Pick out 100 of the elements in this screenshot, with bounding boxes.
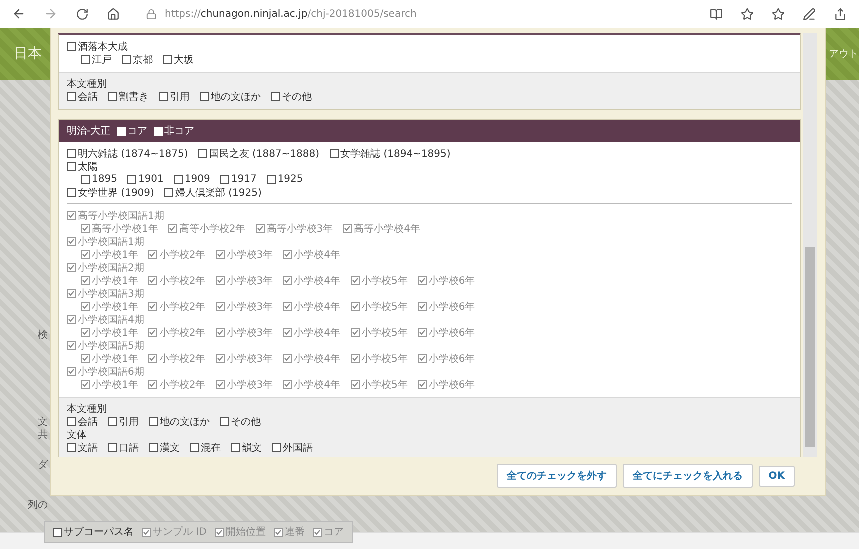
checkbox[interactable] — [216, 354, 225, 363]
dialog-button[interactable]: 全てのチェックを外す — [496, 464, 617, 488]
checkbox[interactable] — [81, 276, 90, 285]
checkbox[interactable] — [67, 289, 76, 298]
checkbox[interactable] — [149, 443, 158, 452]
checkbox[interactable] — [312, 528, 322, 536]
checkbox[interactable] — [283, 380, 292, 389]
checkbox[interactable] — [418, 328, 427, 337]
checkbox[interactable] — [67, 341, 76, 350]
checkbox-label: 漢文 — [160, 442, 180, 454]
checkbox[interactable] — [81, 250, 90, 259]
checkbox[interactable] — [220, 417, 229, 426]
checkbox-label: 会話 — [78, 416, 98, 428]
checkbox[interactable] — [148, 276, 158, 285]
checkbox[interactable] — [149, 417, 158, 426]
checkbox[interactable] — [418, 276, 427, 285]
checkbox[interactable] — [418, 302, 427, 311]
checkbox-label: 口語 — [119, 442, 139, 454]
checkbox[interactable] — [198, 149, 208, 158]
checkbox[interactable] — [330, 149, 339, 158]
checkbox[interactable] — [174, 175, 183, 184]
scrollbar[interactable] — [803, 33, 817, 457]
checkbox[interactable] — [216, 276, 225, 285]
checkbox[interactable] — [67, 188, 76, 197]
checkbox[interactable] — [283, 250, 292, 259]
checkbox-label: 文語 — [78, 442, 98, 454]
checkbox[interactable] — [163, 55, 172, 64]
home-icon[interactable] — [107, 8, 120, 20]
checkbox[interactable] — [148, 354, 158, 363]
checkbox[interactable] — [122, 55, 131, 64]
checkbox[interactable] — [67, 162, 76, 171]
checkbox[interactable] — [67, 315, 76, 324]
checkbox[interactable] — [108, 92, 117, 101]
checkbox[interactable] — [81, 302, 90, 311]
checkbox-label: 国民之友 (1887~1888) — [209, 148, 320, 160]
checkbox[interactable] — [216, 328, 225, 337]
checkbox[interactable] — [216, 380, 225, 389]
checkbox[interactable] — [343, 224, 352, 233]
checkbox[interactable] — [148, 250, 158, 259]
checkbox[interactable] — [271, 92, 280, 101]
checkbox-label: 小学校2年 — [159, 274, 206, 288]
checkbox[interactable] — [108, 417, 117, 426]
checkbox[interactable] — [350, 354, 360, 363]
refresh-icon[interactable] — [76, 8, 89, 20]
checkbox[interactable] — [350, 302, 360, 311]
checkbox[interactable] — [200, 92, 209, 101]
checkbox[interactable] — [216, 302, 225, 311]
checkbox[interactable] — [159, 92, 168, 101]
checkbox[interactable] — [164, 188, 174, 197]
checkbox[interactable] — [266, 175, 276, 184]
checkbox[interactable] — [272, 443, 281, 452]
checkbox[interactable] — [283, 302, 292, 311]
star-icon[interactable] — [741, 8, 754, 20]
checkbox[interactable] — [81, 55, 90, 64]
checkbox[interactable] — [418, 380, 427, 389]
checkbox[interactable] — [190, 443, 199, 452]
checkbox[interactable] — [127, 175, 136, 184]
checkbox[interactable] — [216, 250, 225, 259]
checkbox[interactable] — [53, 528, 62, 536]
checkbox[interactable] — [148, 380, 158, 389]
checkbox[interactable] — [67, 92, 76, 101]
checkbox[interactable] — [283, 276, 292, 285]
checkbox[interactable] — [67, 367, 76, 376]
checkbox[interactable] — [81, 380, 90, 389]
forward-icon[interactable] — [44, 7, 58, 21]
checkbox[interactable] — [168, 224, 178, 233]
checkbox[interactable] — [67, 417, 76, 426]
checkbox[interactable] — [350, 328, 360, 337]
book-icon[interactable] — [710, 8, 723, 20]
checkbox[interactable] — [214, 528, 224, 536]
checkbox[interactable] — [67, 443, 76, 452]
checkbox[interactable] — [148, 302, 158, 311]
checkbox[interactable] — [418, 354, 427, 363]
checkbox[interactable] — [148, 328, 158, 337]
checkbox[interactable] — [283, 354, 292, 363]
pen-icon[interactable] — [803, 8, 816, 20]
checkbox[interactable] — [256, 224, 265, 233]
dialog-button[interactable]: 全てにチェックを入れる — [622, 464, 753, 488]
checkbox[interactable] — [350, 380, 360, 389]
checkbox[interactable] — [67, 237, 76, 246]
checkbox[interactable] — [81, 175, 90, 184]
checkbox[interactable] — [67, 42, 76, 51]
checkbox[interactable] — [67, 149, 76, 158]
checkbox[interactable] — [231, 443, 240, 452]
checkbox[interactable] — [274, 528, 283, 536]
checkbox[interactable] — [67, 211, 76, 220]
star-icon[interactable] — [772, 8, 785, 20]
checkbox[interactable] — [142, 528, 151, 536]
checkbox[interactable] — [67, 263, 76, 272]
dialog-button[interactable]: OK — [758, 466, 795, 486]
checkbox[interactable] — [81, 224, 90, 233]
back-icon[interactable] — [12, 7, 26, 21]
checkbox[interactable] — [220, 175, 230, 184]
share-icon[interactable] — [834, 8, 847, 20]
checkbox[interactable] — [350, 276, 360, 285]
checkbox-label: その他 — [231, 416, 261, 428]
checkbox[interactable] — [81, 328, 90, 337]
checkbox[interactable] — [283, 328, 292, 337]
checkbox[interactable] — [108, 443, 117, 452]
checkbox[interactable] — [81, 354, 90, 363]
